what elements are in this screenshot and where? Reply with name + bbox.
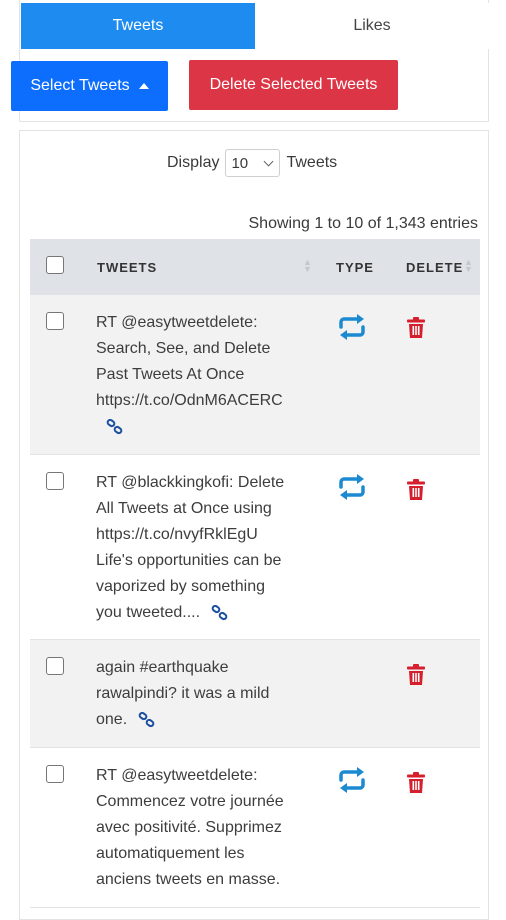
tweet-line: one.: [96, 711, 128, 728]
tweet-line: vaporized by something: [96, 578, 265, 595]
tweet-line: avec positivité. Supprimez: [96, 819, 282, 836]
retweet-icon: [339, 314, 365, 340]
sort-icon: ▲ ▼: [303, 257, 312, 274]
trash-icon[interactable]: [406, 664, 426, 686]
entries-info: Showing 1 to 10 of 1,343 entries: [248, 215, 479, 232]
tweet-text: RT @easytweetdelete: Search, See, and De…: [96, 310, 306, 440]
table-row: RT @easytweetdelete: Search, See, and De…: [30, 295, 480, 455]
page-length-select[interactable]: 10: [225, 149, 281, 177]
tab-tweets[interactable]: Tweets: [21, 3, 255, 49]
tweet-line: automatiquement les: [96, 845, 245, 862]
column-header-delete-label: DELETE: [406, 259, 464, 275]
select-all-checkbox[interactable]: [46, 256, 64, 274]
tweet-text: again #earthquake rawalpindi? it was a m…: [96, 655, 306, 733]
tweet-line: rawalpindi? it was a mild: [96, 685, 270, 702]
sort-icon: ▲ ▼: [464, 257, 473, 274]
row-checkbox[interactable]: [46, 312, 64, 330]
tweet-line: All Tweets at Once using: [96, 500, 272, 517]
tweet-line: you tweeted....: [96, 604, 201, 621]
tweet-line: Life's opportunities can be: [96, 552, 282, 569]
link-icon[interactable]: [106, 418, 124, 435]
tweet-line: RT @easytweetdelete:: [96, 314, 258, 331]
page-length-control: Display 10 Tweets: [167, 148, 337, 178]
trash-icon[interactable]: [406, 772, 426, 794]
display-suffix: Tweets: [286, 154, 338, 171]
tweet-line: Past Tweets At Once: [96, 366, 245, 383]
table-row: RT @easytweetdelete: Commencez votre jou…: [30, 748, 480, 908]
tweet-line: again #earthquake: [96, 659, 229, 676]
trash-icon[interactable]: [406, 479, 426, 501]
caret-up-icon: [138, 83, 149, 89]
delete-selected-button[interactable]: Delete Selected Tweets: [189, 60, 398, 110]
tweet-line: Commencez votre journée: [96, 793, 284, 810]
column-header-tweets-label: TWEETS: [97, 259, 158, 275]
row-checkbox[interactable]: [46, 657, 64, 675]
column-header-type[interactable]: TYPE: [336, 239, 374, 295]
tweet-line: Search, See, and Delete: [96, 340, 271, 357]
column-header-tweets[interactable]: TWEETS: [97, 239, 157, 295]
column-header-type-label: TYPE: [336, 259, 374, 275]
select-tweets-label: Select Tweets: [30, 77, 130, 94]
table-row: again #earthquake rawalpindi? it was a m…: [30, 640, 480, 748]
row-checkbox[interactable]: [46, 765, 64, 783]
link-icon[interactable]: [138, 711, 156, 728]
retweet-icon: [339, 767, 365, 793]
trash-icon[interactable]: [406, 317, 426, 339]
tweet-text: RT @easytweetdelete: Commencez votre jou…: [96, 763, 306, 893]
column-header-delete[interactable]: DELETE: [406, 239, 463, 295]
tab-bar: Tweets Likes: [21, 3, 489, 49]
table-row: RT @blackkingkofi: Delete All Tweets at …: [30, 455, 480, 640]
tweet-line: RT @easytweetdelete:: [96, 767, 258, 784]
tweet-line: https://t.co/nvyfRklEgU: [96, 526, 258, 543]
tweet-line: RT @blackkingkofi: Delete: [96, 474, 285, 491]
display-prefix: Display: [167, 154, 220, 171]
tweet-text: RT @blackkingkofi: Delete All Tweets at …: [96, 470, 306, 626]
retweet-icon: [339, 474, 365, 500]
tweet-line: https://t.co/OdnM6ACERC: [96, 392, 283, 409]
chevron-down-icon: [264, 156, 274, 167]
tab-likes[interactable]: Likes: [255, 3, 489, 49]
tweet-line: anciens tweets en masse.: [96, 871, 281, 888]
table-header: TWEETS ▲ ▼ TYPE DELETE ▲ ▼: [30, 239, 480, 295]
link-icon[interactable]: [211, 604, 229, 621]
page-length-value: 10: [231, 154, 249, 172]
delete-selected-label: Delete Selected Tweets: [209, 76, 378, 93]
row-checkbox[interactable]: [46, 472, 64, 490]
select-tweets-button[interactable]: Select Tweets: [11, 61, 168, 111]
